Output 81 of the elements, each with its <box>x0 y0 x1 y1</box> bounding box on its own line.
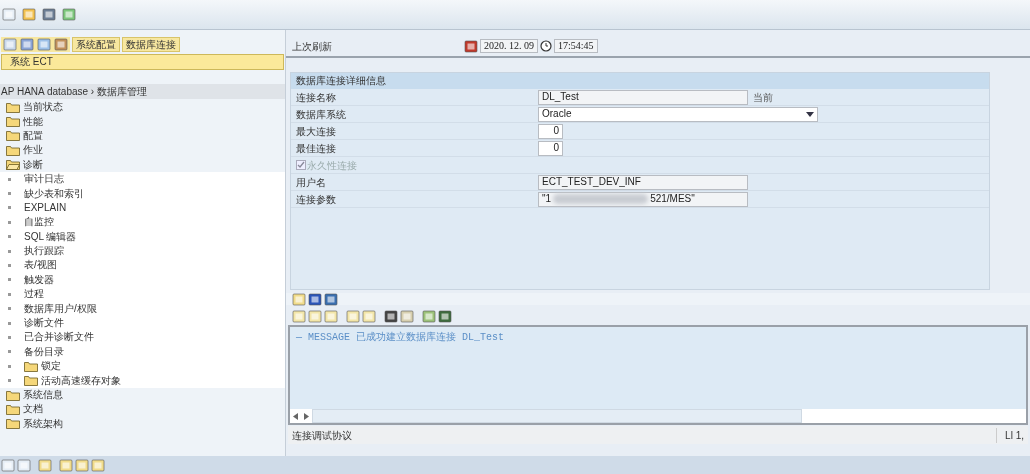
tree-item[interactable]: 性能 <box>23 116 43 127</box>
tree-item[interactable]: 系统架构 <box>23 418 63 429</box>
bullet-icon <box>8 235 11 239</box>
tree-item[interactable]: 诊断 <box>23 159 43 170</box>
bullet-icon <box>8 364 11 368</box>
tree-item[interactable]: 已合并诊断文件 <box>24 332 94 343</box>
group-title: 数据库连接详细信息 <box>291 73 989 89</box>
tree-item[interactable]: EXPLAIN <box>24 202 67 213</box>
caret-icon <box>806 111 814 117</box>
folder-icon <box>6 130 20 142</box>
field-label: 最佳连接 <box>296 141 337 156</box>
input-field[interactable]: "1 521/MES" <box>538 191 748 207</box>
dropdown[interactable]: Oracle <box>538 106 818 122</box>
bullet-icon <box>8 264 11 267</box>
bullet-icon <box>8 177 11 181</box>
input-field[interactable]: 0 <box>538 123 563 139</box>
toolbar-button[interactable]: 系统配置 <box>72 37 120 52</box>
breadcrumb: AP HANA database › 数据库管理 <box>0 84 285 99</box>
bullet-icon <box>8 249 11 253</box>
field-label: 最大连接 <box>296 124 337 139</box>
field-label: 数据库系统 <box>296 107 347 122</box>
tree-item[interactable]: 活动高速缓存对象 <box>41 375 121 386</box>
tree-item[interactable]: 诊断文件 <box>24 318 64 329</box>
bullet-icon <box>8 321 11 325</box>
tree-item[interactable]: 文档 <box>23 404 43 415</box>
bullet-icon <box>8 278 11 282</box>
tree-item[interactable]: 表/视图 <box>24 260 57 271</box>
folder-icon <box>24 375 38 387</box>
tree-item[interactable]: 当前状态 <box>23 102 63 113</box>
bullet-icon <box>8 307 11 311</box>
check-icon <box>297 161 305 169</box>
folder-icon <box>6 144 20 156</box>
cursor-position: Ll 1, <box>996 427 1024 443</box>
status-text: 连接调试协议 <box>292 428 352 443</box>
bullet-icon <box>8 379 11 383</box>
field-note: 当前 <box>753 90 773 105</box>
input-field[interactable]: 0 <box>538 140 563 156</box>
field-label: 连接名称 <box>296 90 337 105</box>
tree-item[interactable]: SQL 编辑器 <box>24 231 77 242</box>
bullet-icon <box>8 335 11 339</box>
tree-item[interactable]: 系统信息 <box>23 390 63 400</box>
tree-item[interactable]: 触发器 <box>24 274 54 285</box>
folder-icon <box>6 403 20 415</box>
bullet-icon <box>8 206 11 210</box>
field-label: 用户名 <box>296 175 327 190</box>
input-field[interactable]: ECT_TEST_DEV_INF <box>538 174 748 190</box>
field-label: 连接参数 <box>296 192 337 207</box>
tree-item[interactable]: 执行跟踪 <box>24 246 64 257</box>
window-icon[interactable] <box>17 458 31 472</box>
window-icon[interactable] <box>2 8 16 21</box>
tree-item[interactable]: 配置 <box>23 130 43 141</box>
refresh-label: 上次刷新 <box>292 39 333 54</box>
tree-item[interactable]: 自监控 <box>24 217 54 228</box>
bullet-icon <box>8 192 11 196</box>
tree-item[interactable]: 数据库用户/权限 <box>24 303 97 314</box>
tree-item[interactable]: 锁定 <box>41 361 61 372</box>
log-line: — MESSAGE 已成功建立数据库连接 DL_Test <box>296 330 506 345</box>
time-field: 17:54:45 <box>554 39 598 53</box>
bullet-icon <box>8 292 11 296</box>
open-folder-icon <box>6 159 20 171</box>
tree-item[interactable]: 审计日志 <box>24 174 64 185</box>
bullet-icon <box>8 220 11 224</box>
tree-item[interactable]: 作业 <box>23 145 43 156</box>
tree-item[interactable]: 缺少表和索引 <box>24 188 84 199</box>
checkbox-label: 永久性连接 <box>307 158 357 173</box>
scroll-right-icon[interactable] <box>300 409 312 423</box>
bullet-icon <box>8 350 11 354</box>
folder-icon <box>6 418 20 430</box>
tree-item[interactable]: 过程 <box>24 289 44 300</box>
input-field[interactable]: DL_Test <box>538 89 748 105</box>
date-field: 2020. 12. 09 <box>480 39 538 53</box>
toolbar-button[interactable]: 数据库连接 <box>122 37 180 52</box>
clock-icon <box>540 40 552 52</box>
system-field[interactable]: 系统 ECT <box>1 54 284 70</box>
folder-icon <box>6 116 20 128</box>
scrollbar[interactable] <box>312 409 802 423</box>
scroll-left-icon[interactable] <box>290 409 300 423</box>
window-icon[interactable] <box>1 458 15 472</box>
tree-item[interactable]: 备份目录 <box>24 346 64 357</box>
folder-icon <box>24 360 38 372</box>
folder-icon <box>6 101 20 113</box>
